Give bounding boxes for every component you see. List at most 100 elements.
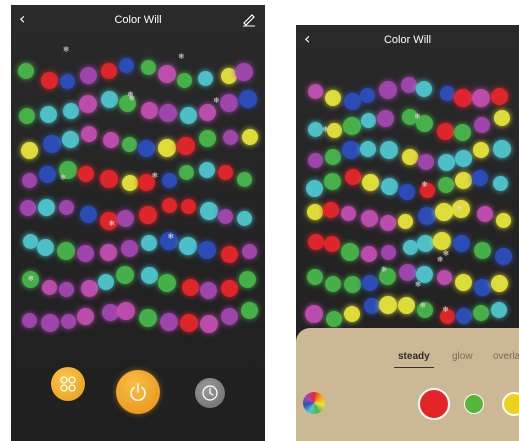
bulb — [495, 247, 513, 265]
swatch-green[interactable] — [464, 394, 484, 414]
bulb — [101, 304, 119, 322]
bulb — [140, 235, 157, 252]
bulb — [377, 110, 395, 128]
pencil-icon[interactable] — [241, 11, 257, 27]
bulb — [490, 87, 508, 105]
timer-button[interactable] — [195, 378, 225, 408]
bulb — [118, 58, 134, 74]
bulb — [438, 177, 455, 194]
bulb — [41, 279, 57, 295]
bulb — [378, 81, 397, 100]
bulb — [305, 305, 324, 324]
bulb — [140, 102, 158, 120]
grid-icon — [60, 376, 76, 392]
bulb — [42, 134, 61, 153]
bulb — [181, 278, 199, 296]
bulb — [492, 140, 511, 159]
bulb — [323, 202, 340, 219]
tab-glow[interactable]: glow — [452, 351, 473, 362]
bulb — [221, 307, 239, 325]
bulb — [473, 305, 490, 322]
bulb — [455, 171, 473, 189]
bulb — [364, 298, 381, 315]
bulb — [57, 242, 76, 261]
bulb — [59, 281, 75, 297]
snowflake-icon: ❄ — [128, 94, 136, 104]
bulb — [242, 244, 258, 260]
bulb — [440, 86, 456, 102]
bulb — [79, 67, 97, 85]
bulb — [140, 267, 158, 285]
bulb — [399, 263, 417, 281]
bulb — [81, 280, 99, 298]
power-icon — [130, 383, 146, 401]
bulb — [344, 169, 361, 186]
snowflake-icon: ❄ — [151, 170, 159, 180]
snowflake-icon: ❄ — [380, 264, 388, 274]
snowflake-icon: ❄ — [442, 248, 450, 258]
swatch-red[interactable] — [418, 388, 450, 420]
bulb — [158, 64, 177, 83]
color-wheel-icon[interactable] — [303, 392, 325, 414]
bulb — [325, 276, 342, 293]
bulb — [341, 206, 357, 222]
bulb — [361, 210, 379, 228]
bulb — [397, 297, 415, 315]
bulb — [343, 92, 361, 110]
bulb — [326, 310, 343, 327]
bulb — [77, 307, 95, 325]
bulb — [380, 245, 396, 261]
bulb — [361, 274, 378, 291]
bulb — [308, 233, 325, 250]
bulb — [40, 71, 58, 89]
bulb — [418, 207, 437, 226]
bulb — [79, 95, 98, 114]
bulb — [39, 106, 57, 124]
bulb — [77, 245, 95, 263]
snowflake-icon: ❄ — [322, 125, 330, 135]
bulb — [417, 153, 434, 170]
bulb — [491, 301, 508, 318]
bulb — [222, 129, 238, 145]
bulb — [98, 274, 115, 291]
bulb — [344, 306, 361, 323]
bulb — [179, 237, 198, 256]
bulb — [324, 149, 341, 166]
snowflake-icon: ❄ — [436, 255, 444, 265]
bulb — [398, 214, 414, 230]
bulb — [241, 129, 258, 146]
bulb — [236, 210, 252, 226]
bulb — [139, 205, 158, 224]
bulb — [60, 73, 76, 89]
bulb — [471, 170, 488, 187]
bulb — [116, 302, 135, 321]
bulb — [117, 210, 135, 228]
scene-button[interactable] — [51, 367, 85, 401]
snowflake-icon: ❄ — [442, 304, 449, 314]
bulb — [361, 245, 378, 262]
snowflake-icon: ❄ — [27, 273, 35, 283]
bulb — [474, 116, 491, 133]
bulb — [19, 199, 36, 216]
bulb — [477, 206, 494, 223]
bulb — [40, 314, 59, 333]
bulb — [359, 140, 376, 157]
bulb — [176, 137, 195, 156]
bulb — [199, 130, 217, 148]
bulb — [62, 131, 80, 149]
snowflake-icon: ❄ — [177, 51, 185, 61]
snowflake-icon: ❄ — [419, 301, 427, 311]
swatch-yellow[interactable] — [502, 392, 519, 416]
tab-overlay[interactable]: overla — [493, 351, 519, 362]
snowflake-icon: ❄ — [108, 219, 116, 229]
bulb — [452, 235, 470, 253]
power-button[interactable] — [116, 370, 160, 414]
bulb — [80, 126, 97, 143]
tab-steady[interactable]: steady — [398, 351, 430, 362]
bulb — [21, 313, 37, 329]
page-title: Color Will — [114, 14, 162, 26]
bulb — [197, 71, 213, 87]
light-strip-screen: ❄ ❄ ❄ ❄ ❄ ❄ ❄ ❄ ❄ ❄ ‹ Color Will — [11, 5, 265, 441]
bulb — [38, 165, 56, 183]
bulb — [342, 116, 361, 135]
